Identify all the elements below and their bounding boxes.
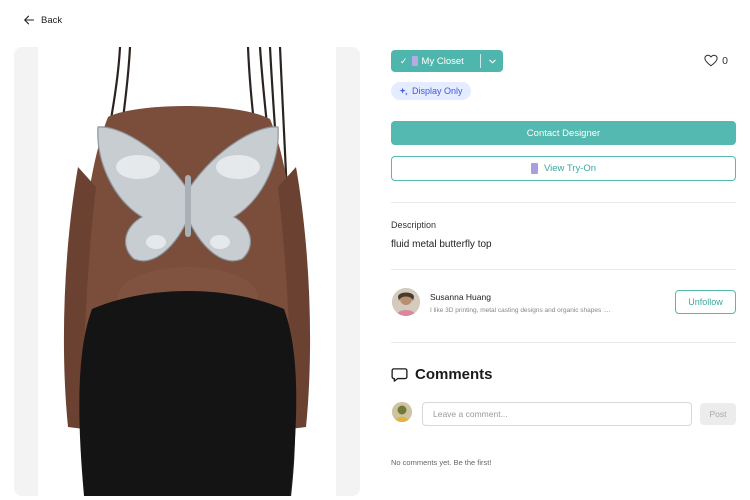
sparkle-icon bbox=[399, 86, 408, 96]
designer-avatar[interactable] bbox=[392, 288, 420, 316]
designer-name[interactable]: Susanna Huang bbox=[430, 292, 491, 302]
display-only-label: Display Only bbox=[412, 86, 463, 96]
designer-bio: I like 3D printing, metal casting design… bbox=[430, 307, 611, 314]
like-count: 0 bbox=[722, 54, 728, 67]
like-button[interactable]: 0 bbox=[704, 54, 728, 67]
comment-input[interactable] bbox=[422, 402, 692, 426]
designer-card: Susanna Huang I like 3D printing, metal … bbox=[391, 288, 736, 320]
description-text: fluid metal butterfly top bbox=[391, 239, 492, 250]
comments-heading: Comments bbox=[391, 366, 493, 383]
my-closet-main[interactable]: ✓ My Closet bbox=[391, 50, 480, 72]
display-only-badge: Display Only bbox=[391, 82, 471, 100]
hanger-icon bbox=[530, 163, 538, 174]
divider bbox=[391, 202, 736, 203]
product-image bbox=[38, 47, 336, 496]
closet-dropdown-toggle[interactable] bbox=[481, 50, 503, 72]
arrow-left-icon bbox=[24, 15, 35, 25]
comment-icon bbox=[391, 367, 408, 382]
chevron-down-icon bbox=[488, 59, 496, 63]
back-label: Back bbox=[41, 14, 63, 26]
post-button[interactable]: Post bbox=[700, 403, 736, 425]
unfollow-button[interactable]: Unfollow bbox=[675, 290, 736, 314]
current-user-avatar bbox=[392, 402, 412, 422]
contact-designer-label: Contact Designer bbox=[526, 127, 601, 139]
empty-comments-text: No comments yet. Be the first! bbox=[391, 458, 492, 467]
divider bbox=[391, 269, 736, 270]
check-icon: ✓ bbox=[400, 55, 408, 66]
view-try-on-label: View Try-On bbox=[543, 163, 597, 174]
heart-icon bbox=[704, 54, 718, 67]
view-try-on-button[interactable]: View Try-On bbox=[391, 156, 736, 181]
contact-designer-button[interactable]: Contact Designer bbox=[391, 121, 736, 145]
comments-title: Comments bbox=[415, 366, 493, 383]
back-button[interactable]: Back bbox=[23, 14, 62, 26]
my-closet-button[interactable]: ✓ My Closet bbox=[391, 50, 503, 72]
product-image-panel bbox=[14, 47, 360, 496]
divider bbox=[391, 342, 736, 343]
description-label: Description bbox=[391, 220, 437, 230]
my-closet-label: My Closet bbox=[421, 55, 464, 67]
hanger-icon bbox=[411, 56, 418, 66]
